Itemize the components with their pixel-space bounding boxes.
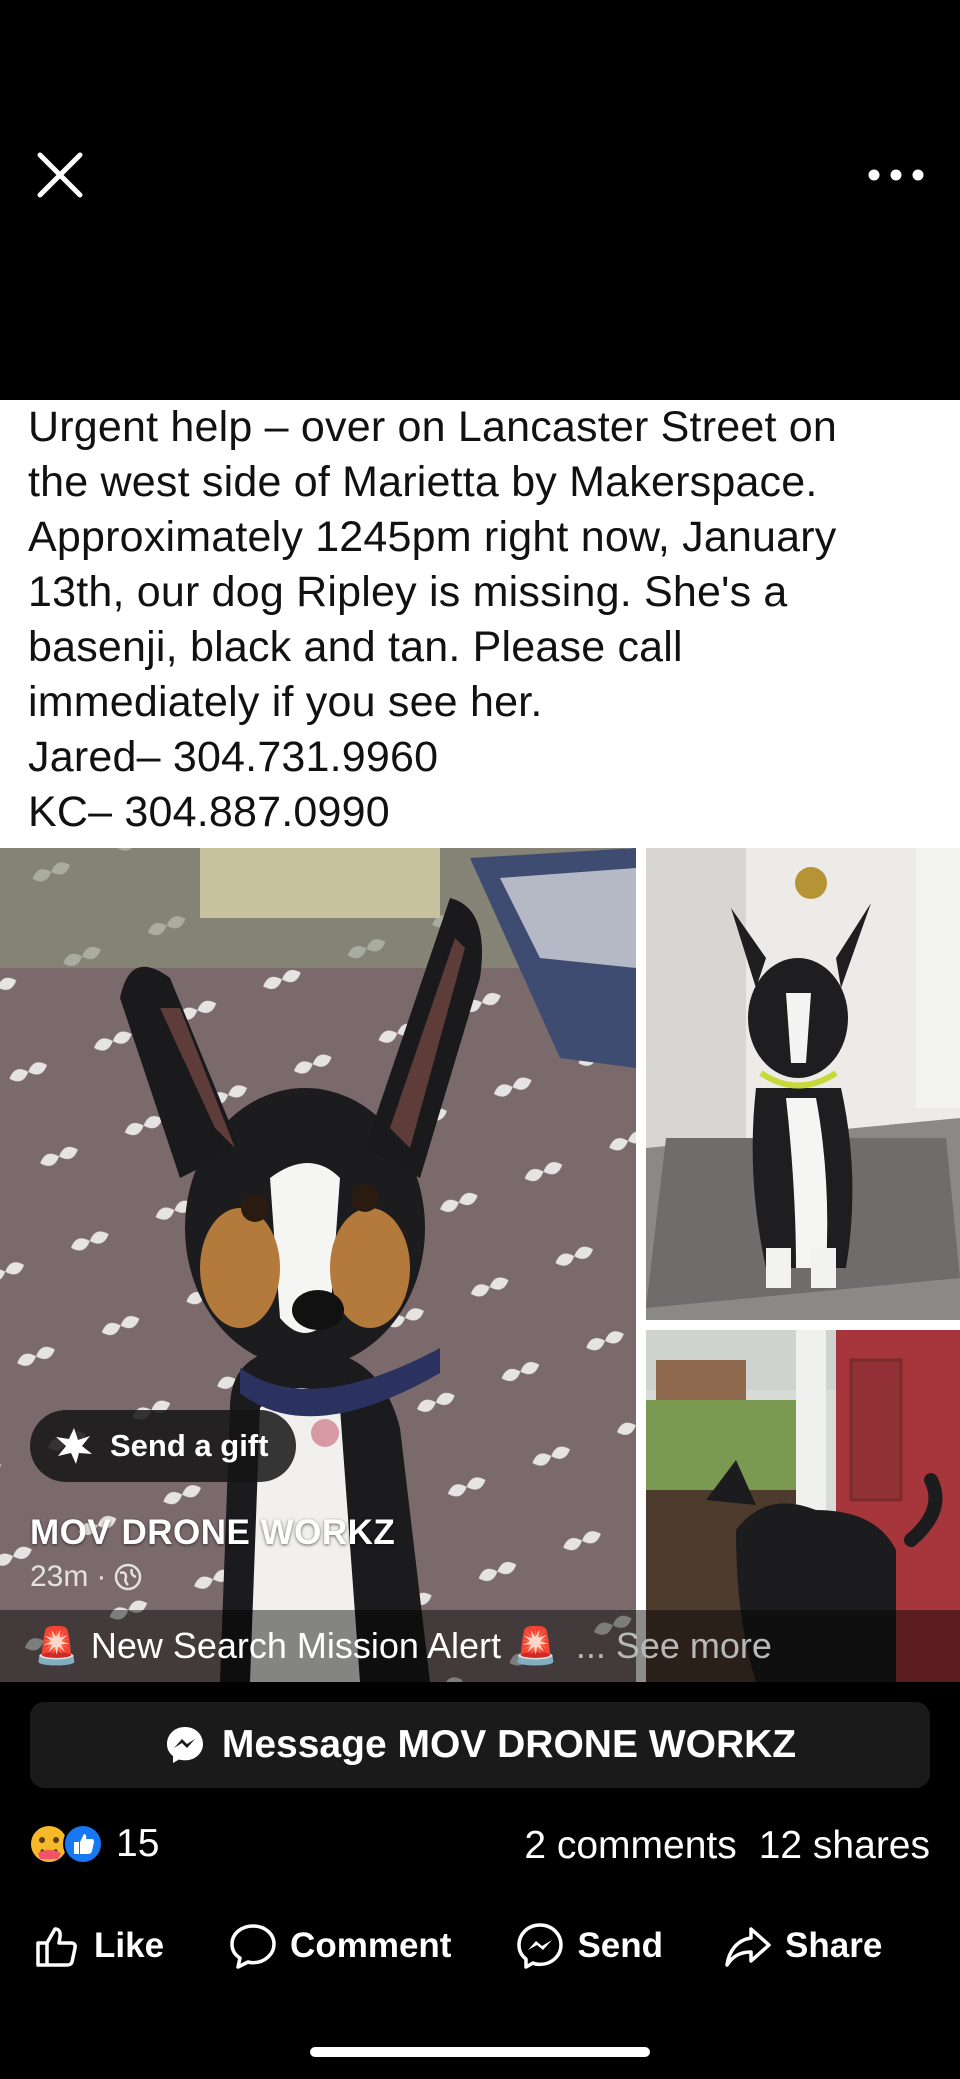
- message-page-button[interactable]: Message MOV DRONE WORKZ: [30, 1702, 930, 1788]
- more-options-button[interactable]: [860, 155, 932, 195]
- siren-emoji: 🚨: [512, 1625, 558, 1666]
- comment-label: Comment: [290, 1926, 452, 1965]
- messenger-icon: [166, 1727, 203, 1763]
- globe-icon: [115, 1563, 142, 1591]
- post-text: Urgent help – over on Lancaster Street o…: [28, 403, 837, 836]
- gift-icon: [56, 1428, 92, 1464]
- top-bar: [0, 0, 960, 300]
- like-label: Like: [94, 1926, 165, 1965]
- close-icon: [37, 152, 83, 198]
- caption-text: New Search Mission Alert: [90, 1625, 501, 1666]
- send-label: Send: [577, 1926, 664, 1965]
- post-caption: 🚨 New Search Mission Alert 🚨 ... See mor…: [34, 1625, 772, 1667]
- dog-photo-main: [0, 848, 636, 1682]
- post-time: 23m: [30, 1560, 89, 1593]
- send-gift-label: Send a gift: [110, 1428, 269, 1463]
- send-gift-button[interactable]: Send a gift: [30, 1410, 297, 1482]
- post-image[interactable]: Urgent help – over on Lancaster Street o…: [0, 400, 960, 1682]
- messenger-icon: [517, 1923, 564, 1969]
- close-button[interactable]: [30, 145, 90, 205]
- shares-count[interactable]: 12 shares: [759, 1824, 930, 1868]
- comment-button[interactable]: Comment: [228, 1915, 451, 1977]
- post-caption-bar[interactable]: 🚨 New Search Mission Alert 🚨 ... See mor…: [0, 1610, 960, 1682]
- post-actions: Like Comment Send Share: [0, 1915, 960, 1977]
- comment-share-counts: 2 comments 12 shares: [524, 1824, 930, 1868]
- more-horizontal-icon: [868, 169, 924, 181]
- comments-count[interactable]: 2 comments: [524, 1824, 736, 1868]
- share-button[interactable]: Share: [723, 1915, 882, 1977]
- page-name[interactable]: MOV DRONE WORKZ: [30, 1513, 395, 1553]
- dot-separator: ·: [96, 1560, 107, 1593]
- home-indicator[interactable]: [310, 2047, 650, 2057]
- see-more-link[interactable]: ... See more: [576, 1625, 772, 1667]
- share-icon: [725, 1927, 771, 1967]
- send-button[interactable]: Send: [515, 1915, 663, 1977]
- engagement-stats: 15 2 comments 12 shares: [0, 1810, 960, 1880]
- message-button-label: Message MOV DRONE WORKZ: [221, 1723, 797, 1766]
- like-reaction-icon: [63, 1824, 103, 1864]
- photo-collage: [0, 848, 960, 1682]
- reaction-count: 15: [116, 1822, 160, 1865]
- share-label: Share: [785, 1926, 883, 1965]
- comment-icon: [230, 1924, 276, 1969]
- dog-photo-sitting: [646, 848, 960, 1320]
- siren-emoji: 🚨: [34, 1625, 79, 1666]
- like-button[interactable]: Like: [32, 1915, 164, 1977]
- like-icon: [36, 1927, 77, 1967]
- reactions-summary[interactable]: 15: [28, 1822, 159, 1866]
- post-timestamp-row: 23m ·: [30, 1560, 142, 1594]
